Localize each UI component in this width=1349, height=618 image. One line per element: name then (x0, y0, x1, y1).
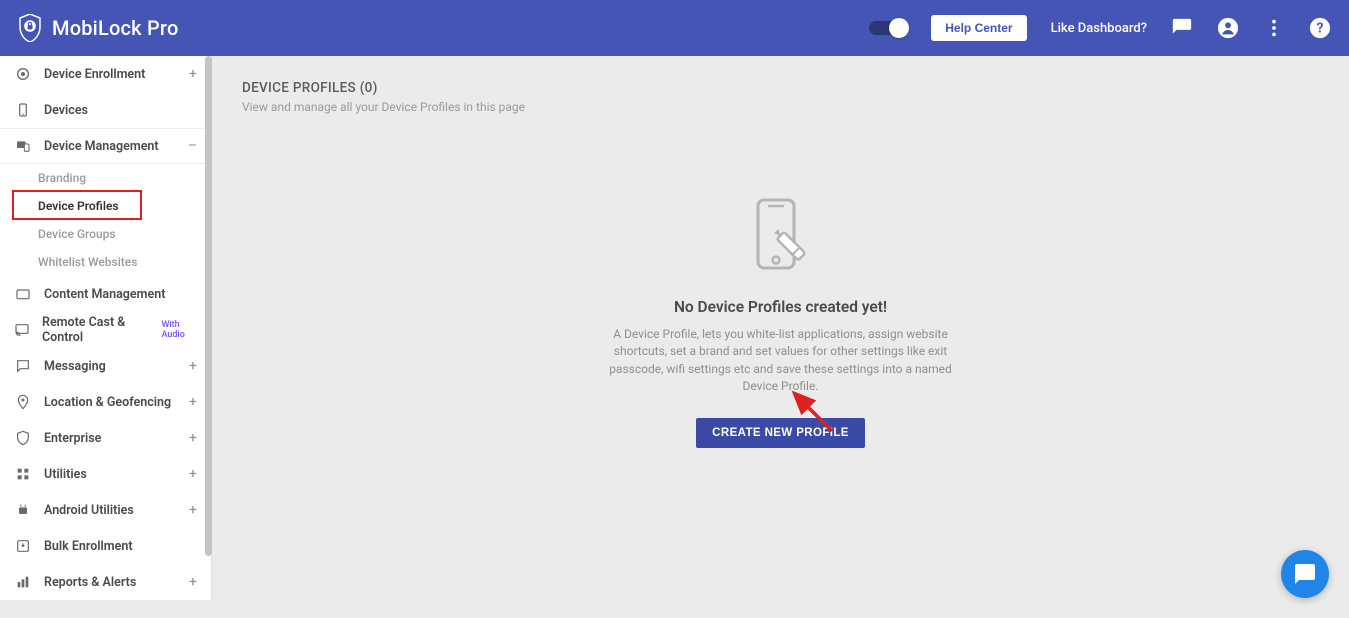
help-icon[interactable]: ? (1309, 17, 1331, 39)
app-logo: MobiLock Pro (18, 14, 179, 42)
sidebar-item-label: Remote Cast & Control (42, 315, 145, 345)
expand-icon: + (189, 502, 197, 518)
folder-icon (14, 285, 32, 303)
chart-icon (14, 573, 32, 591)
cast-icon (14, 321, 30, 339)
sidebar-item-content-management[interactable]: Content Management (0, 276, 211, 312)
sidebar-item-bulk-enrollment[interactable]: Bulk Enrollment (0, 528, 211, 564)
empty-heading: No Device Profiles created yet! (674, 298, 887, 316)
sidebar-item-enterprise[interactable]: Enterprise + (0, 420, 211, 456)
sidebar-item-label: Devices (44, 103, 88, 118)
expand-icon: + (189, 466, 197, 482)
sidebar-sub-label: Whitelist Websites (38, 255, 137, 269)
sidebar-sub-device-groups[interactable]: Device Groups (0, 220, 211, 248)
chat-fab[interactable] (1281, 550, 1329, 598)
sidebar-item-utilities[interactable]: Utilities + (0, 456, 211, 492)
location-icon (14, 393, 32, 411)
sidebar-sub-whitelist-websites[interactable]: Whitelist Websites (0, 248, 211, 276)
sidebar-item-label: Utilities (44, 467, 87, 482)
sidebar-item-remote-cast[interactable]: Remote Cast & Control With Audio (0, 312, 211, 348)
main-content: DEVICE PROFILES (0) View and manage all … (212, 56, 1349, 618)
expand-icon: + (189, 358, 197, 374)
shield-icon (14, 429, 32, 447)
empty-description: A Device Profile, lets you white-list ap… (591, 326, 971, 396)
sidebar-item-label: Reports & Alerts (44, 575, 136, 590)
page-title: DEVICE PROFILES (0) (242, 80, 1319, 96)
sidebar-scrollbar[interactable] (205, 56, 212, 556)
sidebar-item-label: Content Management (44, 287, 165, 302)
app-header: MobiLock Pro Help Center Like Dashboard?… (0, 0, 1349, 56)
svg-text:?: ? (1317, 21, 1324, 37)
phone-edit-icon (736, 194, 826, 284)
android-icon (14, 501, 32, 519)
account-icon[interactable] (1217, 17, 1239, 39)
expand-icon: + (189, 430, 197, 446)
announcements-icon[interactable] (1171, 17, 1193, 39)
message-icon (14, 357, 32, 375)
sidebar-item-label: Device Enrollment (44, 67, 145, 82)
sidebar-sub-label: Device Profiles (38, 199, 119, 213)
shield-lock-icon (18, 14, 42, 42)
sidebar-sub-label: Branding (38, 171, 86, 185)
sidebar-sub-branding[interactable]: Branding (0, 164, 211, 192)
header-actions: Help Center Like Dashboard? ? (869, 15, 1331, 41)
create-new-profile-button[interactable]: CREATE NEW PROFILE (696, 418, 865, 448)
app-name: MobiLock Pro (52, 16, 179, 40)
sidebar-item-label: Enterprise (44, 431, 101, 446)
expand-icon: + (189, 394, 197, 410)
devices-icon (14, 137, 32, 155)
expand-icon: + (189, 66, 197, 82)
more-vert-icon[interactable] (1263, 17, 1285, 39)
sidebar-item-reports[interactable]: Reports & Alerts + (0, 564, 211, 600)
enrollment-icon (14, 65, 32, 83)
sidebar-item-android-utilities[interactable]: Android Utilities + (0, 492, 211, 528)
import-icon (14, 537, 32, 555)
dark-mode-toggle[interactable] (869, 21, 907, 35)
sidebar-item-label: Bulk Enrollment (44, 539, 133, 554)
sidebar-item-messaging[interactable]: Messaging + (0, 348, 211, 384)
sidebar-item-device-enrollment[interactable]: Device Enrollment + (0, 56, 211, 92)
with-audio-badge: With Audio (161, 320, 197, 340)
sidebar-item-label: Location & Geofencing (44, 395, 171, 410)
collapse-icon: – (188, 138, 197, 154)
sidebar-sub-device-profiles[interactable]: Device Profiles (0, 192, 211, 220)
sidebar: Device Enrollment + Devices Device Manag… (0, 56, 212, 618)
empty-state: No Device Profiles created yet! A Device… (242, 194, 1319, 448)
sidebar-item-devices[interactable]: Devices (0, 92, 211, 128)
sidebar-item-device-management[interactable]: Device Management – (0, 128, 211, 164)
sidebar-item-label: Android Utilities (44, 503, 134, 518)
sidebar-item-location[interactable]: Location & Geofencing + (0, 384, 211, 420)
phone-icon (14, 101, 32, 119)
like-dashboard-link[interactable]: Like Dashboard? (1051, 21, 1147, 36)
sidebar-item-label: Device Management (44, 139, 159, 154)
apps-icon (14, 465, 32, 483)
page-subtitle: View and manage all your Device Profiles… (242, 100, 1319, 114)
sidebar-sub-label: Device Groups (38, 227, 116, 241)
help-center-button[interactable]: Help Center (931, 15, 1026, 41)
expand-icon: + (189, 574, 197, 590)
sidebar-item-label: Messaging (44, 359, 106, 374)
